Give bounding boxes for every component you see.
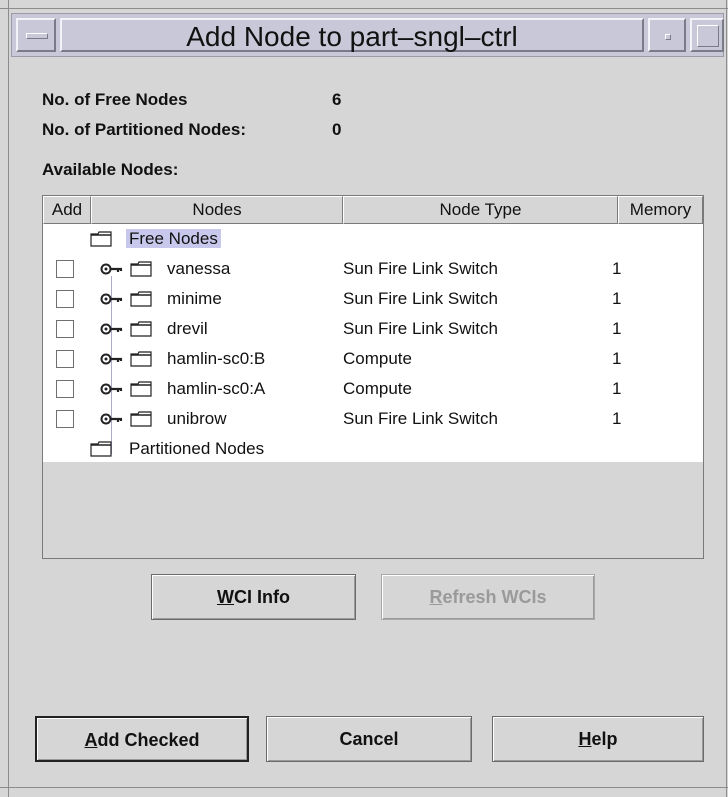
- table-row[interactable]: drevil Sun Fire Link Switch 1: [43, 314, 703, 344]
- node-memory: 1: [612, 379, 622, 398]
- node-type: Sun Fire Link Switch: [343, 289, 498, 308]
- table-row[interactable]: minime Sun Fire Link Switch 1: [43, 284, 703, 314]
- add-checkbox[interactable]: [56, 320, 74, 338]
- window-menu-icon: [26, 33, 48, 39]
- add-checkbox[interactable]: [56, 290, 74, 308]
- column-header-node-type[interactable]: Node Type: [343, 196, 618, 224]
- table-empty-area: [43, 462, 703, 558]
- column-header-memory[interactable]: Memory: [618, 196, 703, 224]
- node-memory: 1: [612, 349, 622, 368]
- folder-icon: [130, 291, 152, 307]
- node-memory: 1: [612, 409, 622, 428]
- folder-icon: [90, 441, 112, 457]
- title-bar[interactable]: Add Node to part–sngl–ctrl: [11, 13, 724, 57]
- key-icon[interactable]: [100, 289, 124, 309]
- node-name: hamlin-sc0:A: [167, 379, 266, 398]
- folder-icon: [130, 261, 152, 277]
- node-type: Sun Fire Link Switch: [343, 319, 498, 338]
- window-frame-left: [8, 0, 9, 797]
- table-header: Add Nodes Node Type Memory: [43, 196, 703, 224]
- node-memory: 1: [612, 319, 622, 338]
- free-nodes-label: No. of Free Nodes: [42, 90, 188, 109]
- folder-icon: [90, 231, 112, 247]
- node-name: vanessa: [167, 259, 231, 278]
- window-frame-right: [726, 0, 727, 797]
- node-name: drevil: [167, 319, 208, 338]
- folder-icon: [130, 321, 152, 337]
- table-row[interactable]: vanessa Sun Fire Link Switch 1: [43, 254, 703, 284]
- cancel-button[interactable]: Cancel: [266, 716, 472, 762]
- free-nodes-count: 6: [332, 90, 342, 109]
- key-icon[interactable]: [100, 259, 124, 279]
- partitioned-nodes-label: No. of Partitioned Nodes:: [42, 120, 246, 139]
- tree-group-free-nodes[interactable]: Free Nodes: [43, 224, 703, 254]
- add-checkbox[interactable]: [56, 350, 74, 368]
- maximize-icon: [697, 25, 719, 47]
- node-name: hamlin-sc0:B: [167, 349, 266, 368]
- wci-info-button[interactable]: WCI Info: [151, 574, 356, 620]
- dialog-window: Add Node to part–sngl–ctrl No. of Free N…: [0, 0, 728, 797]
- node-type: Sun Fire Link Switch: [343, 409, 498, 428]
- node-name: unibrow: [167, 409, 227, 428]
- column-header-add[interactable]: Add: [43, 196, 91, 224]
- partitioned-nodes-count: 0: [332, 120, 342, 139]
- minimize-button[interactable]: [648, 18, 686, 52]
- node-type: Compute: [343, 349, 412, 368]
- folder-icon: [130, 411, 152, 427]
- maximize-button[interactable]: [690, 18, 724, 52]
- table-row[interactable]: hamlin-sc0:B Compute 1: [43, 344, 703, 374]
- key-icon[interactable]: [100, 379, 124, 399]
- tree-group-label: Partitioned Nodes: [129, 439, 265, 458]
- add-checked-button[interactable]: Add Checked: [35, 716, 249, 762]
- node-memory: 1: [612, 259, 622, 278]
- folder-icon: [130, 381, 152, 397]
- dialog-title: Add Node to part–sngl–ctrl: [60, 18, 644, 52]
- help-button[interactable]: Help: [492, 716, 704, 762]
- node-type: Compute: [343, 379, 412, 398]
- node-type: Sun Fire Link Switch: [343, 259, 498, 278]
- window-frame-top: [0, 8, 728, 9]
- window-frame-bottom: [0, 787, 728, 788]
- nodes-table[interactable]: Add Nodes Node Type Memory Free Nodes va…: [42, 195, 704, 559]
- add-checkbox[interactable]: [56, 380, 74, 398]
- table-row[interactable]: unibrow Sun Fire Link Switch 1: [43, 404, 703, 434]
- tree-group-label: Free Nodes: [126, 229, 221, 248]
- add-checkbox[interactable]: [56, 410, 74, 428]
- folder-icon: [130, 351, 152, 367]
- column-header-nodes[interactable]: Nodes: [91, 196, 343, 224]
- window-menu-button[interactable]: [16, 18, 56, 52]
- table-row[interactable]: hamlin-sc0:A Compute 1: [43, 374, 703, 404]
- refresh-wcis-button[interactable]: Refresh WCIs: [381, 574, 595, 620]
- node-memory: 1: [612, 289, 622, 308]
- add-checkbox[interactable]: [56, 260, 74, 278]
- available-nodes-label: Available Nodes:: [42, 160, 179, 179]
- key-icon[interactable]: [100, 319, 124, 339]
- tree-group-partitioned-nodes[interactable]: Partitioned Nodes: [43, 434, 703, 464]
- key-icon[interactable]: [100, 349, 124, 369]
- node-name: minime: [167, 289, 222, 308]
- minimize-icon: [665, 34, 671, 40]
- table-body: Free Nodes vanessa Sun Fire Link Switch …: [43, 224, 703, 462]
- key-icon[interactable]: [100, 409, 124, 429]
